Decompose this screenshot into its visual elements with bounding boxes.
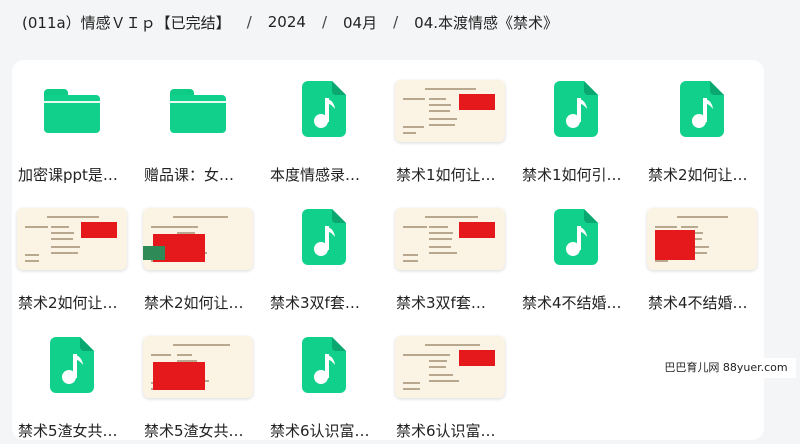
image-thumbnail bbox=[143, 207, 253, 270]
file-name: 禁术5渣女共… bbox=[144, 422, 244, 440]
file-name: 禁术5渣女共… bbox=[18, 422, 118, 440]
file-thumbnail bbox=[264, 196, 384, 281]
file-name: 禁术1如何让… bbox=[396, 166, 496, 184]
file-item[interactable]: 禁术1如何让… bbox=[390, 68, 510, 188]
file-name: 禁术4不结婚… bbox=[648, 294, 748, 312]
file-item[interactable]: 禁术4不结婚… bbox=[516, 196, 636, 316]
file-name: 加密课ppt是… bbox=[18, 166, 118, 184]
file-grid-panel: 加密课ppt是… 赠品课：女… 本度情感录… 禁术1如何让… 禁术1如何引… 禁术2如何让… bbox=[12, 60, 764, 440]
audio-file-icon bbox=[302, 80, 346, 141]
file-thumbnail bbox=[390, 68, 510, 153]
file-thumbnail bbox=[12, 324, 132, 409]
breadcrumb-separator: / bbox=[246, 13, 252, 31]
audio-file-icon bbox=[302, 208, 346, 269]
image-thumbnail bbox=[17, 207, 127, 270]
image-thumbnail bbox=[143, 335, 253, 398]
audio-file-icon bbox=[680, 80, 724, 141]
file-thumbnail bbox=[642, 68, 762, 153]
audio-file-icon bbox=[554, 208, 598, 269]
file-thumbnail bbox=[516, 196, 636, 281]
file-thumbnail bbox=[138, 196, 258, 281]
file-thumbnail bbox=[12, 68, 132, 153]
audio-file-icon bbox=[554, 80, 598, 141]
file-name: 禁术2如何让… bbox=[648, 166, 748, 184]
breadcrumb-separator: / bbox=[321, 13, 327, 31]
file-item[interactable]: 禁术2如何让… bbox=[642, 68, 762, 188]
watermark: 巴巴育儿网 88yuer.com bbox=[656, 358, 796, 378]
audio-file-icon bbox=[50, 336, 94, 397]
file-thumbnail bbox=[390, 324, 510, 409]
image-thumbnail bbox=[647, 207, 757, 270]
file-item[interactable]: 禁术4不结婚… bbox=[642, 196, 762, 316]
folder-icon bbox=[170, 88, 226, 133]
breadcrumb-item-current: 04.本渡情感《禁术》 bbox=[414, 13, 559, 32]
file-name: 禁术2如何让… bbox=[18, 294, 118, 312]
file-thumbnail bbox=[138, 324, 258, 409]
file-item[interactable]: 禁术5渣女共… bbox=[12, 324, 132, 444]
file-thumbnail bbox=[516, 68, 636, 153]
file-item[interactable]: 禁术3双f套… bbox=[390, 196, 510, 316]
file-thumbnail bbox=[264, 68, 384, 153]
file-name: 禁术3双f套… bbox=[396, 294, 486, 312]
file-thumbnail bbox=[138, 68, 258, 153]
file-item[interactable]: 禁术6认识富… bbox=[390, 324, 510, 444]
file-item[interactable]: 禁术5渣女共… bbox=[138, 324, 258, 444]
file-name: 禁术6认识富… bbox=[270, 422, 370, 440]
file-thumbnail bbox=[642, 196, 762, 281]
image-thumbnail bbox=[395, 207, 505, 270]
folder-icon bbox=[44, 88, 100, 133]
file-thumbnail bbox=[390, 196, 510, 281]
image-thumbnail bbox=[395, 79, 505, 142]
breadcrumb-separator: / bbox=[393, 13, 399, 31]
file-name: 禁术4不结婚… bbox=[522, 294, 622, 312]
image-thumbnail bbox=[395, 335, 505, 398]
file-thumbnail bbox=[264, 324, 384, 409]
file-name: 禁术3双f套… bbox=[270, 294, 360, 312]
breadcrumb-item-root[interactable]: (011a）情感ＶＩｐ【已完结】 bbox=[22, 12, 231, 33]
file-item[interactable]: 禁术3双f套… bbox=[264, 196, 384, 316]
folder-item[interactable]: 加密课ppt是… bbox=[12, 68, 132, 188]
file-name: 赠品课：女… bbox=[144, 166, 235, 184]
breadcrumb: (011a）情感ＶＩｐ【已完结】 / 2024 / 04月 / 04.本渡情感《… bbox=[0, 0, 800, 44]
file-name: 禁术1如何引… bbox=[522, 166, 622, 184]
file-grid: 加密课ppt是… 赠品课：女… 本度情感录… 禁术1如何让… 禁术1如何引… 禁术2如何让… bbox=[12, 60, 764, 440]
file-item[interactable]: 禁术2如何让… bbox=[138, 196, 258, 316]
file-name: 本度情感录… bbox=[270, 166, 361, 184]
folder-item[interactable]: 赠品课：女… bbox=[138, 68, 258, 188]
file-thumbnail bbox=[12, 196, 132, 281]
breadcrumb-item-month[interactable]: 04月 bbox=[343, 12, 377, 33]
file-name: 禁术2如何让… bbox=[144, 294, 244, 312]
breadcrumb-item-year[interactable]: 2024 bbox=[268, 13, 306, 31]
file-item[interactable]: 禁术6认识富… bbox=[264, 324, 384, 444]
file-name: 禁术6认识富… bbox=[396, 422, 496, 440]
file-item[interactable]: 禁术2如何让… bbox=[12, 196, 132, 316]
file-item[interactable]: 禁术1如何引… bbox=[516, 68, 636, 188]
file-item[interactable]: 本度情感录… bbox=[264, 68, 384, 188]
audio-file-icon bbox=[302, 336, 346, 397]
